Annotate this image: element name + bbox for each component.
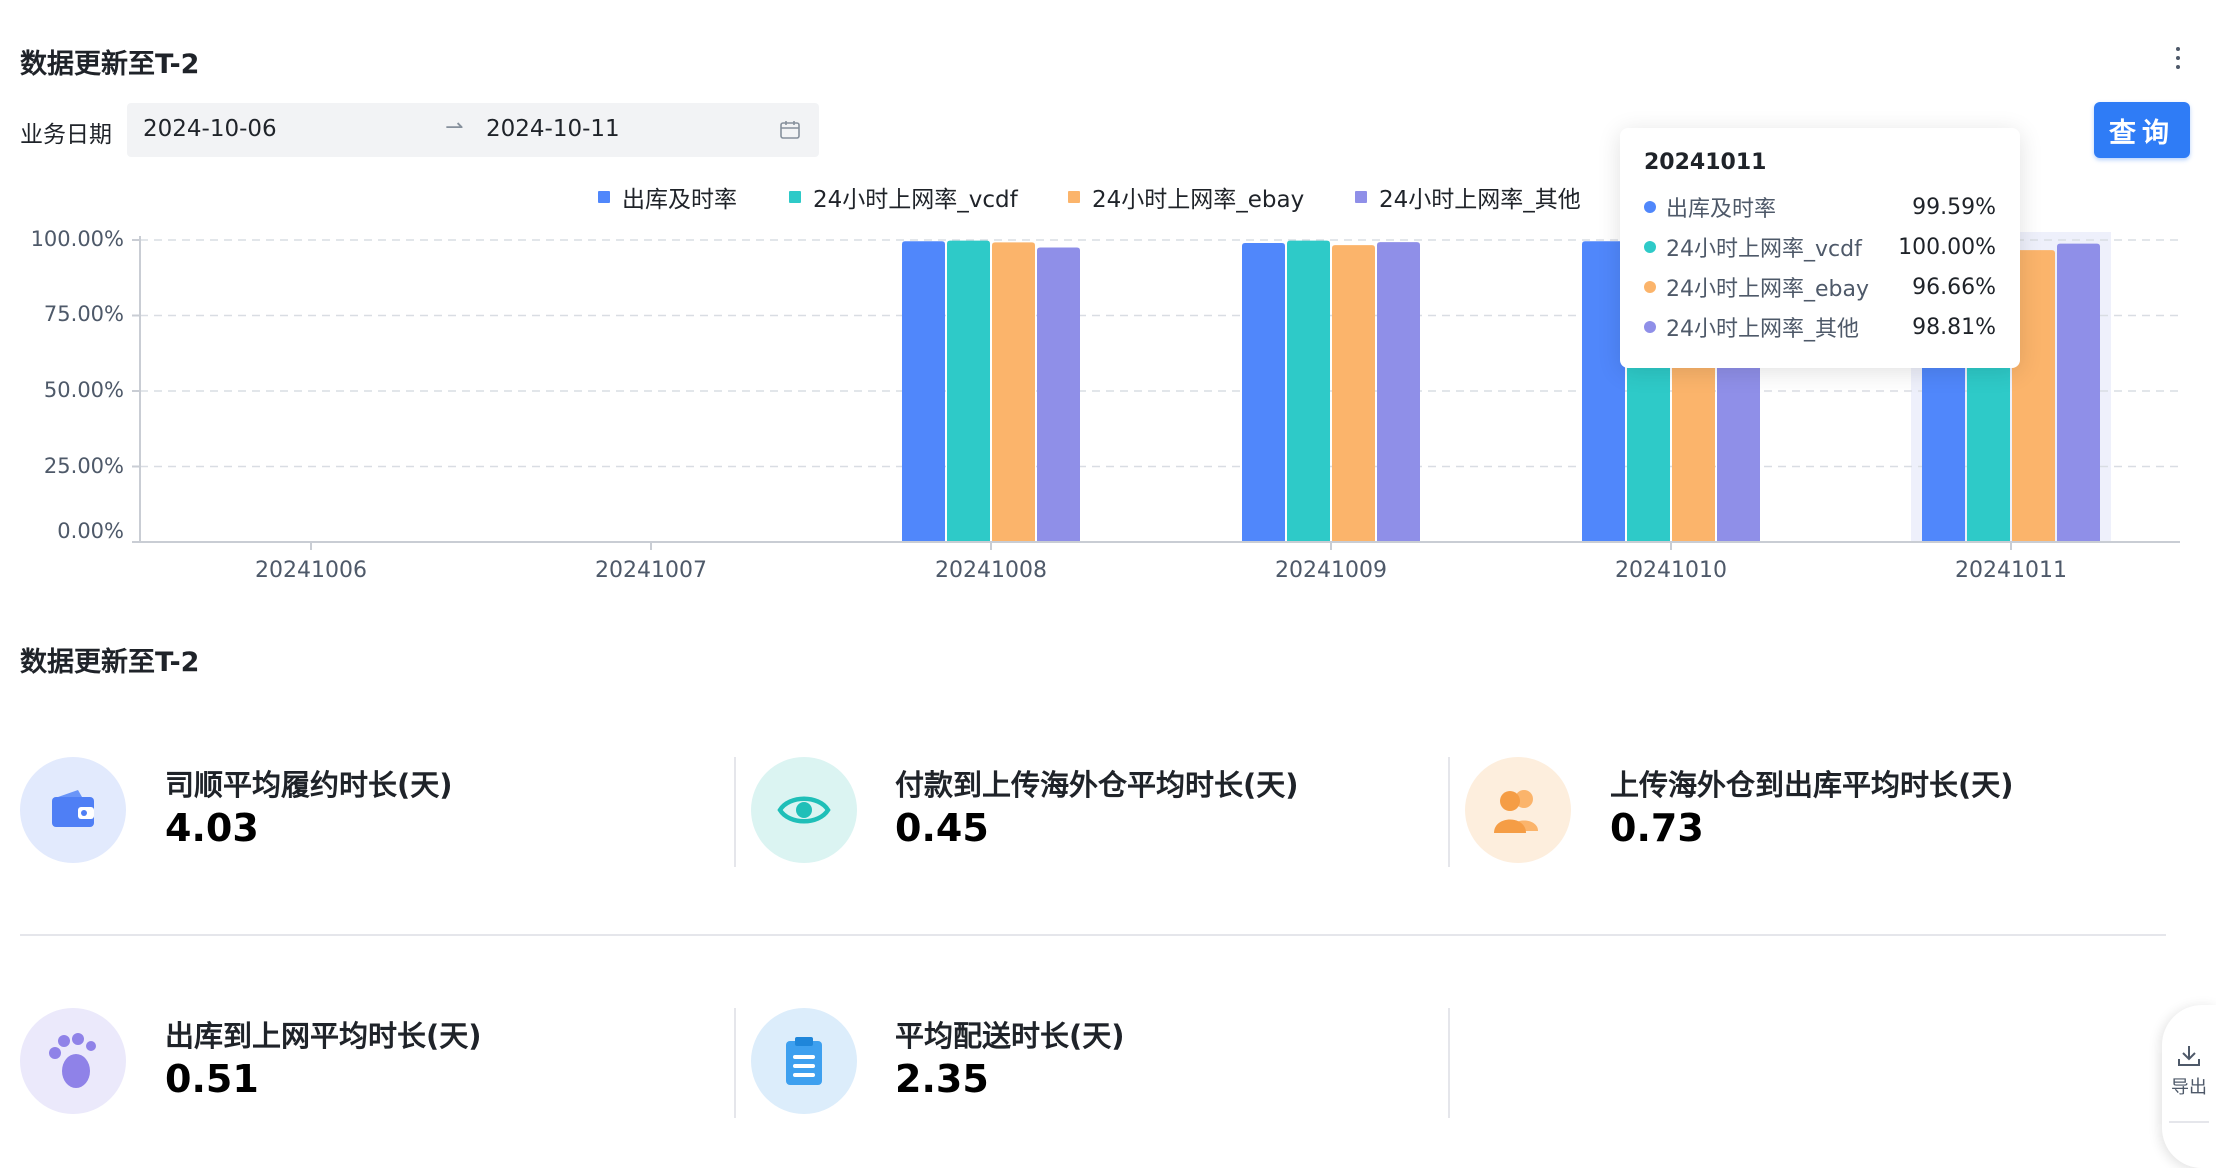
metric-label: 司顺平均履约时长(天)	[165, 768, 453, 802]
bar[interactable]	[1377, 242, 1420, 542]
metric-value: 0.51	[165, 1057, 259, 1101]
bar[interactable]	[992, 242, 1035, 542]
footprint-icon	[20, 1008, 126, 1114]
eye-icon	[751, 757, 857, 863]
bar[interactable]	[1332, 245, 1375, 542]
tooltip-dot	[1644, 281, 1656, 293]
tooltip-dot	[1644, 321, 1656, 333]
x-tick-label: 20241009	[1275, 558, 1387, 583]
divider	[1448, 757, 1450, 867]
export-button[interactable]: 导出	[2171, 1043, 2207, 1099]
tooltip-row-label: 24小时上网率_ebay	[1666, 277, 1869, 302]
tooltip-row-value: 99.59%	[1912, 194, 1996, 220]
side-divider	[2169, 1121, 2209, 1123]
metric-value: 0.73	[1610, 806, 1704, 850]
metric-label: 上传海外仓到出库平均时长(天)	[1610, 768, 2014, 802]
metric-value: 4.03	[165, 806, 259, 850]
bar[interactable]	[947, 240, 990, 542]
tooltip-row: 24小时上网率_ebay 96.66%	[1644, 271, 1996, 303]
bar[interactable]	[2057, 243, 2100, 542]
export-label: 导出	[2171, 1077, 2207, 1098]
tooltip-row-label: 24小时上网率_vcdf	[1666, 237, 1862, 262]
users-icon	[1465, 757, 1571, 863]
download-icon	[2178, 1046, 2200, 1066]
tooltip-row: 24小时上网率_其他 98.81%	[1644, 311, 1996, 343]
tooltip-dot	[1644, 201, 1656, 213]
bar[interactable]	[902, 241, 945, 542]
x-tick-label: 20241006	[255, 558, 367, 583]
bar[interactable]	[1582, 241, 1625, 542]
bar[interactable]	[1287, 240, 1330, 542]
tooltip-title: 20241011	[1644, 150, 1767, 175]
divider	[734, 757, 736, 867]
tooltip-row-value: 96.66%	[1912, 274, 1996, 300]
x-tick-label: 20241011	[1955, 558, 2067, 583]
tooltip-row-value: 98.81%	[1912, 314, 1996, 340]
metric-value: 0.45	[895, 806, 989, 850]
x-tick-label: 20241010	[1615, 558, 1727, 583]
tooltip-row: 24小时上网率_vcdf 100.00%	[1644, 231, 1996, 263]
tooltip-dot	[1644, 241, 1656, 253]
divider	[734, 1008, 736, 1118]
bar[interactable]	[1242, 243, 1285, 542]
clipboard-icon	[751, 1008, 857, 1114]
row-divider	[20, 934, 2166, 936]
metric-label: 出库到上网平均时长(天)	[165, 1019, 482, 1053]
wallet-icon	[20, 757, 126, 863]
metric-label: 付款到上传海外仓平均时长(天)	[895, 768, 1299, 802]
tooltip-row-label: 出库及时率	[1666, 197, 1777, 222]
divider	[1448, 1008, 1450, 1118]
side-toolbar: 导出	[2162, 1005, 2216, 1168]
tooltip-row: 出库及时率 99.59%	[1644, 191, 1996, 223]
x-tick-label: 20241007	[595, 558, 707, 583]
tooltip-row-value: 100.00%	[1898, 234, 1996, 260]
section-title: 数据更新至T-2	[20, 647, 200, 678]
chart-tooltip: 20241011 出库及时率 99.59% 24小时上网率_vcdf 100.0…	[1620, 128, 2020, 368]
tooltip-row-label: 24小时上网率_其他	[1666, 317, 1859, 342]
bar[interactable]	[1037, 247, 1080, 543]
x-tick-label: 20241008	[935, 558, 1047, 583]
metric-label: 平均配送时长(天)	[895, 1019, 1125, 1053]
metric-value: 2.35	[895, 1057, 989, 1101]
